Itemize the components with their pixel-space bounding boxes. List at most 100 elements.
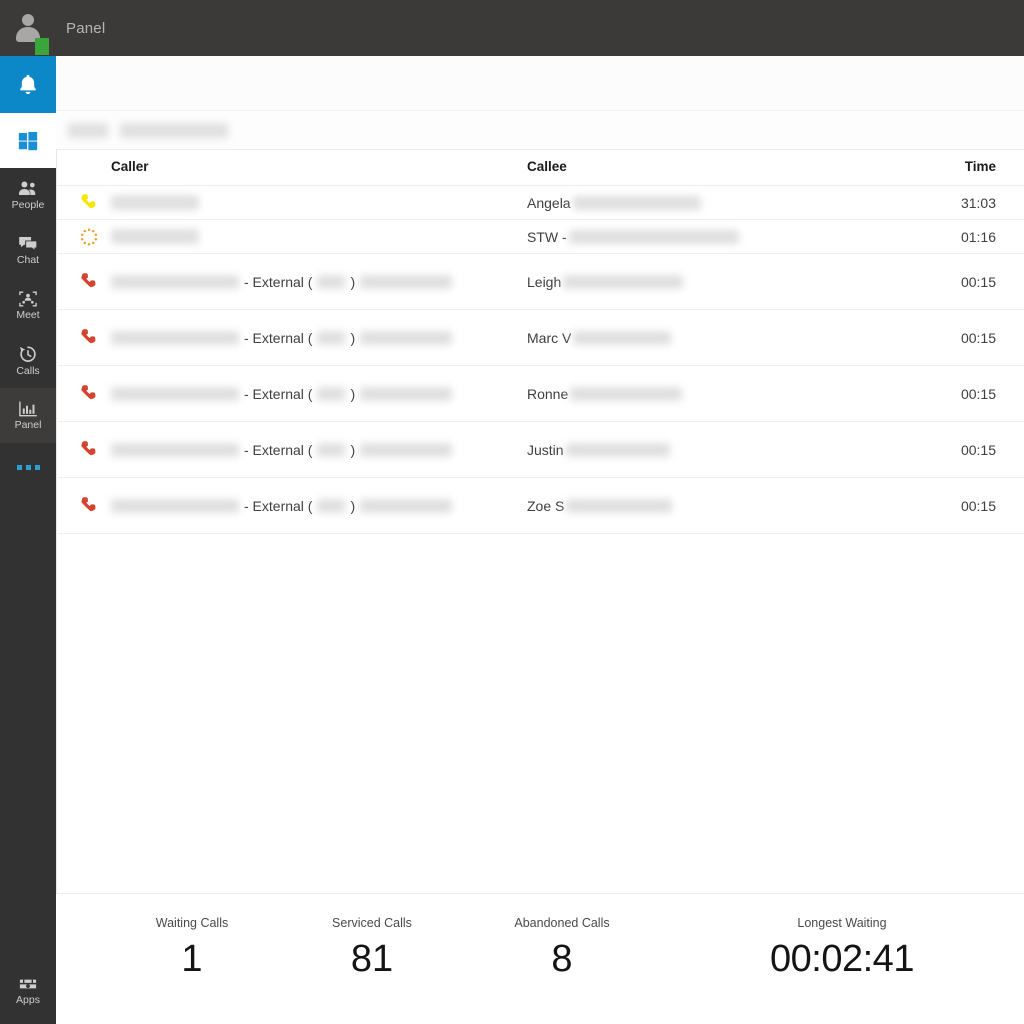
sidebar-item-label: Panel: [15, 420, 42, 431]
more-dots-icon[interactable]: [0, 443, 56, 491]
handset-glyph: [78, 271, 100, 293]
cell-callee: STW -: [527, 229, 739, 245]
redacted-heading-name: [120, 123, 228, 138]
redacted-caller-area-code: [317, 275, 345, 289]
call-active-icon: [72, 192, 106, 214]
redacted-caller-name: [111, 499, 239, 513]
handset-glyph: [78, 495, 100, 517]
redacted-caller-name: [111, 443, 239, 457]
callee-name: Zoe S: [527, 498, 564, 514]
table-row[interactable]: STW - 01:16: [56, 220, 1024, 254]
cell-callee: Leigh: [527, 274, 683, 290]
cell-time: 00:15: [961, 386, 996, 402]
sidebar-item-people[interactable]: People: [0, 168, 56, 223]
caller-external-label: - External (: [244, 386, 312, 402]
column-header-callee: Callee: [527, 159, 567, 174]
calls-table-body: Angela 31:03 STW - 01:16 - External () Leigh…: [56, 186, 1024, 534]
stat-card: Waiting Calls 1: [102, 916, 282, 982]
windows-logo-icon: [17, 130, 39, 152]
presence-status-badge: [35, 38, 49, 55]
calls-table-header: Caller Callee Time: [56, 150, 1024, 186]
panel-queue-heading: [56, 111, 1024, 150]
panel-main: Caller Callee Time Angela 31:03 STW - 01:1…: [56, 56, 1024, 1024]
sidebar-item-calls[interactable]: Calls: [0, 333, 56, 388]
notifications-button[interactable]: [0, 56, 56, 113]
caller-external-paren: ): [350, 386, 355, 402]
caller-external-label: - External (: [244, 274, 312, 290]
call-waiting-icon: [72, 495, 106, 517]
redacted-caller-name: [111, 275, 239, 289]
redacted-caller-name: [111, 387, 239, 401]
cell-time: 00:15: [961, 498, 996, 514]
cell-caller: - External (): [111, 330, 524, 346]
handset-glyph: [78, 383, 100, 405]
panel-toolbar-strip: [56, 56, 1024, 111]
caller-external-paren: ): [350, 330, 355, 346]
cell-time: 00:15: [961, 274, 996, 290]
calls-icon: [17, 344, 39, 364]
avatar[interactable]: [0, 0, 56, 56]
redacted-callee-detail: [566, 443, 670, 457]
cell-callee: Angela: [527, 195, 701, 211]
sidebar-item-meet[interactable]: Meet: [0, 278, 56, 333]
redacted-caller-name: [111, 195, 199, 210]
redacted-callee-detail: [573, 331, 671, 345]
bell-icon: [15, 72, 41, 98]
table-row[interactable]: - External ()Marc V00:15: [56, 310, 1024, 366]
call-waiting-icon: [72, 327, 106, 349]
redacted-caller-area-code: [317, 387, 345, 401]
sidebar-item-label: People: [12, 200, 45, 211]
stat-value: 1: [102, 936, 282, 982]
handset-glyph: [78, 439, 100, 461]
windows-start-button[interactable]: [0, 113, 56, 168]
stat-card: Serviced Calls 81: [282, 916, 462, 982]
caller-external-paren: ): [350, 274, 355, 290]
stat-card: Longest Waiting 00:02:41: [712, 916, 972, 982]
ringing-spinner-glyph: [78, 226, 100, 248]
redacted-caller-area-code: [317, 331, 345, 345]
table-row[interactable]: - External ()Ronne00:15: [56, 366, 1024, 422]
table-row[interactable]: - External ()Zoe S 00:15: [56, 478, 1024, 534]
cell-time: 00:15: [961, 442, 996, 458]
stat-value: 00:02:41: [712, 936, 972, 982]
rail-items: People Chat Meet: [0, 168, 56, 491]
sidebar-item-chat[interactable]: Chat: [0, 223, 56, 278]
sidebar-item-apps[interactable]: Apps: [0, 964, 56, 1016]
panel-chart-icon: [17, 400, 39, 418]
caller-external-label: - External (: [244, 498, 312, 514]
cell-time: 31:03: [961, 195, 996, 211]
chat-icon: [17, 235, 39, 253]
stat-label: Abandoned Calls: [462, 916, 662, 930]
stat-label: Waiting Calls: [102, 916, 282, 930]
stat-label: Serviced Calls: [282, 916, 462, 930]
page-title: Panel: [66, 20, 105, 37]
callee-name: Justin: [527, 442, 564, 458]
redacted-callee-detail: [573, 196, 701, 210]
redacted-caller-number: [360, 275, 452, 289]
stats-bar: Waiting Calls 1Serviced Calls 81Abandoned …: [56, 893, 1024, 1024]
call-waiting-icon: [72, 383, 106, 405]
cell-caller: - External (): [111, 498, 524, 514]
cell-caller: [111, 229, 524, 244]
sidebar-item-label: Chat: [17, 255, 39, 266]
table-row[interactable]: - External () Leigh 00:15: [56, 254, 1024, 310]
stat-value: 81: [282, 936, 462, 982]
sidebar-item-label: Meet: [16, 310, 39, 321]
callee-name: STW -: [527, 229, 567, 245]
cell-time: 00:15: [961, 330, 996, 346]
table-row[interactable]: - External ()Justin 00:15: [56, 422, 1024, 478]
redacted-caller-area-code: [317, 499, 345, 513]
redacted-caller-number: [360, 331, 452, 345]
redacted-caller-number: [360, 443, 452, 457]
redacted-callee-detail: [563, 275, 683, 289]
handset-glyph: [78, 192, 100, 214]
stat-label: Longest Waiting: [712, 916, 972, 930]
table-row[interactable]: Angela 31:03: [56, 186, 1024, 220]
handset-glyph: [78, 327, 100, 349]
caller-external-label: - External (: [244, 330, 312, 346]
redacted-heading-prefix: [68, 123, 108, 138]
caller-external-paren: ): [350, 442, 355, 458]
cell-caller: - External (): [111, 442, 524, 458]
sidebar-item-panel[interactable]: Panel: [0, 388, 56, 443]
redacted-caller-number: [360, 387, 452, 401]
